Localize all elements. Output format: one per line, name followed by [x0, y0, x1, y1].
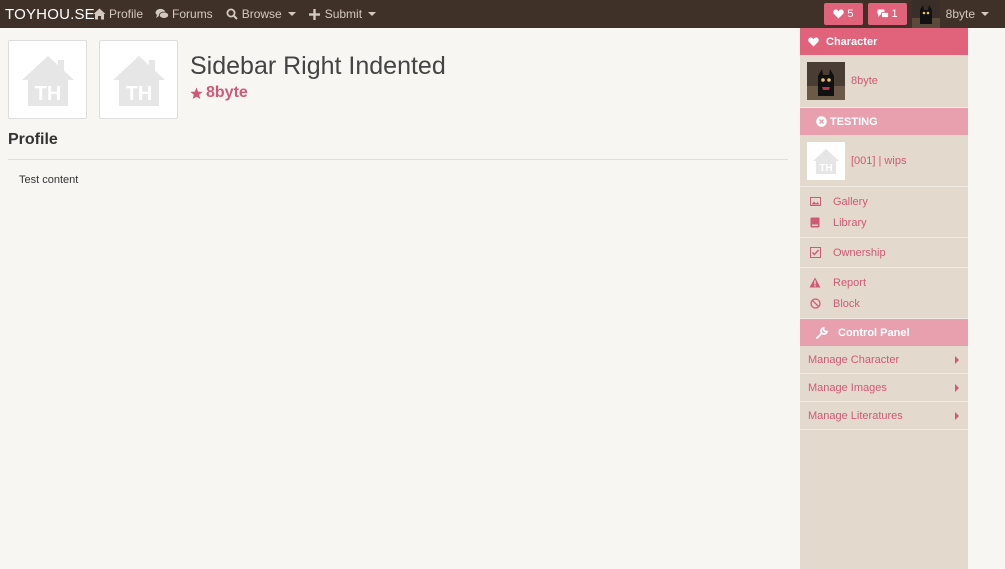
favorites-button[interactable]: 5	[824, 3, 863, 25]
svg-text:TH: TH	[125, 83, 152, 105]
character-card[interactable]: 8byte	[800, 55, 968, 108]
control-item-label: Manage Images	[808, 381, 887, 394]
wrench-icon	[816, 326, 828, 339]
control-panel-header-label: Control Panel	[838, 326, 910, 339]
close-circle-icon	[816, 116, 827, 127]
nav-browse[interactable]: Browse	[225, 7, 296, 21]
sidebar-item-label: Report	[833, 276, 867, 289]
menu-group-media: Gallery Library	[800, 187, 968, 238]
comments-icon	[155, 7, 170, 21]
search-icon	[225, 7, 239, 21]
chevron-down-icon	[368, 12, 377, 16]
nav-submit[interactable]: Submit	[308, 7, 377, 21]
owner-name: 8byte	[206, 84, 248, 101]
chevron-right-icon	[955, 411, 959, 420]
username-label: 8byte	[945, 7, 975, 21]
comments-icon	[877, 9, 889, 18]
folder-header-inner: TESTING	[800, 116, 878, 128]
wip-item[interactable]: TH [001] | wips	[800, 135, 968, 187]
page-title: Sidebar Right Indented	[190, 52, 446, 80]
user-avatar[interactable]	[911, 0, 940, 28]
control-item-label: Manage Literatures	[808, 409, 903, 422]
sidebar-item-label: Gallery	[833, 195, 868, 208]
folder-header-label: TESTING	[830, 115, 878, 128]
book-icon	[809, 217, 821, 229]
character-thumbnail[interactable]: TH	[99, 40, 178, 119]
sidebar-item-label: Ownership	[833, 246, 886, 259]
sidebar-item-label: Library	[833, 216, 867, 229]
toyhouse-placeholder-icon: TH	[813, 148, 839, 174]
sidebar-item-label: Block	[833, 297, 860, 310]
character-thumbnail[interactable]: TH	[8, 40, 87, 119]
sidebar-item-library[interactable]: Library	[800, 212, 968, 233]
messages-button[interactable]: 1	[867, 3, 907, 25]
control-panel-header-inner: Control Panel	[800, 326, 910, 339]
control-item-manage-character[interactable]: Manage Character	[800, 346, 968, 374]
top-navbar: TOYHOU.SE Profile Forums Browse Submit 5	[0, 0, 1005, 28]
heart-icon	[808, 37, 819, 46]
character-header-label: Character	[826, 35, 878, 48]
svg-text:TH: TH	[34, 83, 61, 105]
home-icon	[92, 7, 106, 21]
character-name-link[interactable]: 8byte	[851, 75, 878, 87]
nav-forums-label: Forums	[172, 7, 213, 21]
nav-profile-label: Profile	[109, 7, 144, 21]
section-title: Profile	[8, 131, 58, 148]
control-panel-header: Control Panel	[800, 319, 968, 346]
star-icon	[190, 87, 203, 99]
nav-submit-label: Submit	[324, 7, 363, 21]
divider	[8, 159, 788, 160]
image-icon	[809, 196, 821, 208]
profile-content: Test content	[19, 174, 79, 186]
nav-profile[interactable]: Profile	[92, 7, 143, 21]
control-item-manage-literatures[interactable]: Manage Literatures	[800, 402, 968, 430]
chevron-right-icon	[955, 383, 959, 392]
sidebar-item-gallery[interactable]: Gallery	[800, 191, 968, 212]
nav-forums[interactable]: Forums	[155, 7, 213, 21]
messages-count: 1	[891, 8, 898, 20]
chevron-down-icon	[287, 12, 296, 16]
character-header: Character	[800, 28, 968, 55]
svg-text:TH: TH	[819, 163, 832, 174]
character-avatar[interactable]	[807, 62, 845, 100]
control-item-manage-images[interactable]: Manage Images	[800, 374, 968, 402]
chevron-down-icon	[981, 12, 989, 16]
sidebar-item-block[interactable]: Block	[800, 293, 968, 314]
wip-thumbnail[interactable]: TH	[807, 141, 845, 180]
control-item-label: Manage Character	[808, 353, 900, 366]
chevron-right-icon	[955, 355, 959, 364]
right-sidebar: Character 8byte TESTING TH [001] | wips …	[800, 28, 968, 569]
nav-browse-label: Browse	[241, 7, 282, 21]
toyhouse-placeholder-icon: TH	[112, 55, 165, 106]
check-square-icon	[809, 247, 821, 259]
ban-icon	[809, 298, 821, 310]
user-menu[interactable]: 8byte	[946, 7, 989, 21]
sidebar-item-report[interactable]: Report	[800, 272, 968, 293]
warning-icon	[809, 277, 821, 289]
plus-icon	[308, 7, 322, 21]
menu-group-ownership: Ownership	[800, 238, 968, 268]
menu-group-moderation: Report Block	[800, 268, 968, 319]
sidebar-item-ownership[interactable]: Ownership	[800, 242, 968, 263]
toyhouse-placeholder-icon: TH	[21, 55, 74, 106]
wip-link[interactable]: [001] | wips	[851, 155, 906, 167]
owner-link[interactable]: 8byte	[190, 84, 248, 102]
site-logo[interactable]: TOYHOU.SE	[0, 6, 95, 23]
favorites-count: 5	[847, 8, 854, 20]
folder-header: TESTING	[800, 108, 968, 135]
heart-icon	[833, 9, 845, 19]
nav-right-group: 5 1 8byte	[824, 0, 1005, 28]
